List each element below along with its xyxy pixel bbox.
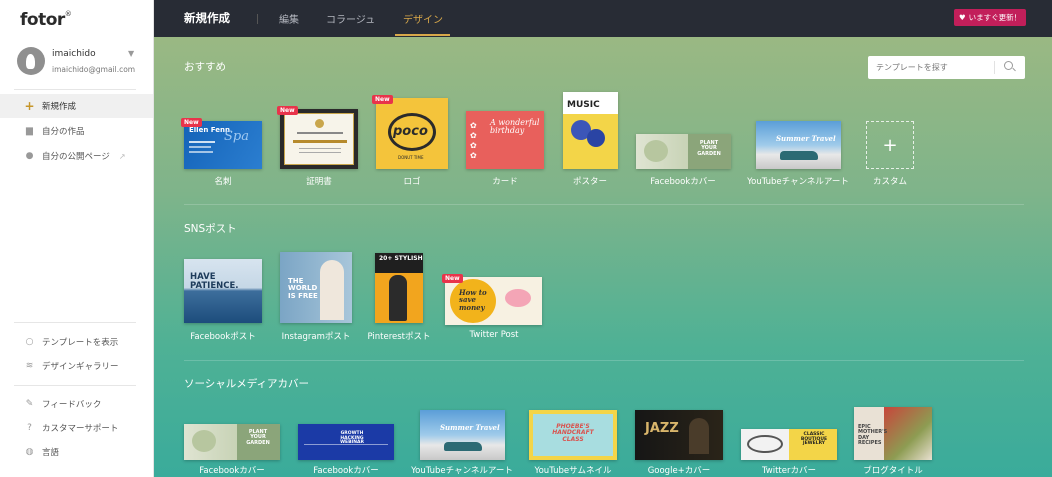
folder-icon: ▆	[26, 126, 33, 136]
new-badge: New	[442, 274, 463, 283]
nav-new-label: 新規作成	[42, 102, 77, 112]
nav-support-label: カスタマーサポート	[42, 424, 119, 434]
nav-support[interactable]: ? カスタマーサポート	[0, 416, 153, 440]
chevron-down-icon[interactable]: ▼	[128, 49, 134, 58]
divider	[184, 204, 1024, 205]
template-label: YouTubeサムネイル	[534, 466, 612, 476]
template-label: Instagramポスト	[281, 332, 351, 342]
section-title-recommended: おすすめ	[184, 61, 226, 73]
template-label: YouTubeチャンネルアート	[747, 177, 849, 187]
active-tab-indicator	[395, 34, 450, 36]
template-label: ブログタイトル	[863, 466, 923, 476]
thumb-poster[interactable]: MUSIC	[563, 92, 618, 169]
layers-icon: ≋	[25, 361, 34, 371]
divider	[257, 14, 258, 24]
nav-feedback[interactable]: ✎ フィードバック	[0, 392, 153, 416]
main-content: おすすめ New Ellen Fenn Spa 名刺 New 証明書	[154, 37, 1052, 477]
thumb-card[interactable]: A wonderful birthday ✿ ✿ ✿ ✿	[466, 111, 544, 169]
nav-design-gallery-label: デザインギャラリー	[42, 362, 119, 372]
nav-my-works-label: 自分の作品	[42, 127, 85, 137]
nav-language[interactable]: ◍ 言語	[0, 440, 153, 464]
thumb-youtube-art[interactable]: Summer Travel	[756, 121, 841, 169]
divider	[14, 322, 136, 323]
thumb-pinterest-post[interactable]: 20+ STYLISH	[375, 253, 423, 323]
thumb-google-plus-cover[interactable]: JAZZ	[635, 410, 723, 460]
upgrade-label: いますぐ更新！	[968, 13, 1022, 22]
divider	[994, 61, 995, 74]
template-label: Google+カバー	[647, 466, 711, 476]
thumb-facebook-cover-2[interactable]: GROWTH HACKING WEBINAR	[298, 424, 394, 460]
search-icon: ○	[25, 337, 34, 347]
fotor-logo[interactable]: fotor®	[20, 10, 72, 30]
nav-view-templates[interactable]: ○ テンプレートを表示	[0, 330, 153, 354]
template-label: Facebookポスト	[190, 332, 256, 342]
tab-design[interactable]: デザイン	[403, 11, 443, 26]
thumb-twitter-post[interactable]: How to save money	[445, 277, 542, 325]
template-label: ポスター	[572, 177, 608, 187]
help-icon: ?	[27, 423, 32, 433]
thumb-logo[interactable]: poco DONUT TIME	[376, 98, 448, 169]
thumb-facebook-cover[interactable]: PLANT YOUR GARDEN	[636, 134, 731, 169]
divider	[14, 89, 136, 90]
nav-view-templates-label: テンプレートを表示	[42, 338, 119, 348]
sidebar: fotor® imaichido imaichido@gmail.com ▼ +…	[0, 0, 154, 477]
plus-icon[interactable]: +	[866, 121, 914, 169]
section-title-sns: SNSポスト	[184, 223, 237, 235]
new-badge: New	[181, 118, 202, 127]
template-label: カード	[492, 177, 518, 187]
nav-public-page[interactable]: ● 自分の公開ページ ↗	[0, 144, 153, 168]
divider	[184, 360, 1024, 361]
template-label: YouTubeチャンネルアート	[411, 466, 513, 476]
upgrade-button[interactable]: ♥ いますぐ更新！	[954, 9, 1026, 26]
thumb-twitter-cover[interactable]: CLASSIC BOUTIQUE JEWELRY	[741, 429, 837, 460]
nav-public-page-label: 自分の公開ページ	[42, 152, 110, 162]
search-input[interactable]	[876, 60, 994, 75]
thumb-blog-title[interactable]: EPIC MOTHER'S DAY RECIPES	[854, 407, 932, 460]
template-label: Facebookカバー	[650, 177, 716, 187]
thumb-certificate[interactable]	[280, 109, 358, 169]
tab-edit[interactable]: 編集	[279, 11, 299, 26]
template-label: カスタム	[872, 177, 908, 187]
new-badge: New	[277, 106, 298, 115]
template-label: Pinterestポスト	[367, 332, 431, 342]
user-name[interactable]: imaichido	[52, 49, 96, 59]
user-email: imaichido@gmail.com	[52, 65, 136, 74]
divider	[14, 385, 136, 386]
top-bar: 新規作成 編集 コラージュ デザイン ♥ いますぐ更新！	[154, 0, 1052, 37]
section-title-social-cover: ソーシャルメディアカバー	[184, 378, 310, 390]
thumb-business-card[interactable]: Ellen Fenn Spa	[184, 121, 262, 169]
template-label: Twitterカバー	[762, 466, 816, 476]
thumb-facebook-cover-1[interactable]: PLANT YOUR GARDEN	[184, 424, 280, 460]
users-icon: ●	[25, 151, 34, 161]
globe-icon: ◍	[25, 447, 34, 457]
new-badge: New	[372, 95, 393, 104]
thumb-facebook-post[interactable]: HAVE PATIENCE.	[184, 259, 262, 323]
page-title: 新規作成	[184, 11, 230, 25]
tab-collage[interactable]: コラージュ	[326, 11, 375, 26]
edit-icon: ✎	[25, 399, 34, 409]
nav-my-works[interactable]: ▆ 自分の作品	[0, 119, 153, 143]
template-label: Facebookカバー	[313, 466, 379, 476]
thumb-instagram-post[interactable]: THE WORLD IS FREE	[280, 252, 352, 323]
template-label: 名刺	[214, 177, 232, 187]
search-box[interactable]	[868, 56, 1025, 79]
thumb-youtube-thumbnail[interactable]: PHOEBE'S HANDCRAFT CLASS	[529, 410, 617, 460]
template-label: 証明書	[306, 177, 332, 187]
external-link-icon: ↗	[118, 151, 126, 161]
nav-design-gallery[interactable]: ≋ デザインギャラリー	[0, 354, 153, 378]
template-label: ロゴ	[403, 177, 421, 187]
heart-icon: ♥	[958, 13, 966, 22]
search-icon[interactable]	[1004, 61, 1013, 70]
nav-new[interactable]: + 新規作成	[0, 94, 153, 118]
nav-language-label: 言語	[42, 448, 60, 458]
thumb-youtube-art-2[interactable]: Summer Travel	[420, 410, 505, 460]
template-label: Facebookカバー	[199, 466, 265, 476]
plus-icon: +	[24, 99, 35, 113]
avatar[interactable]	[17, 47, 45, 75]
nav-feedback-label: フィードバック	[42, 400, 102, 410]
template-label: Twitter Post	[469, 330, 519, 340]
